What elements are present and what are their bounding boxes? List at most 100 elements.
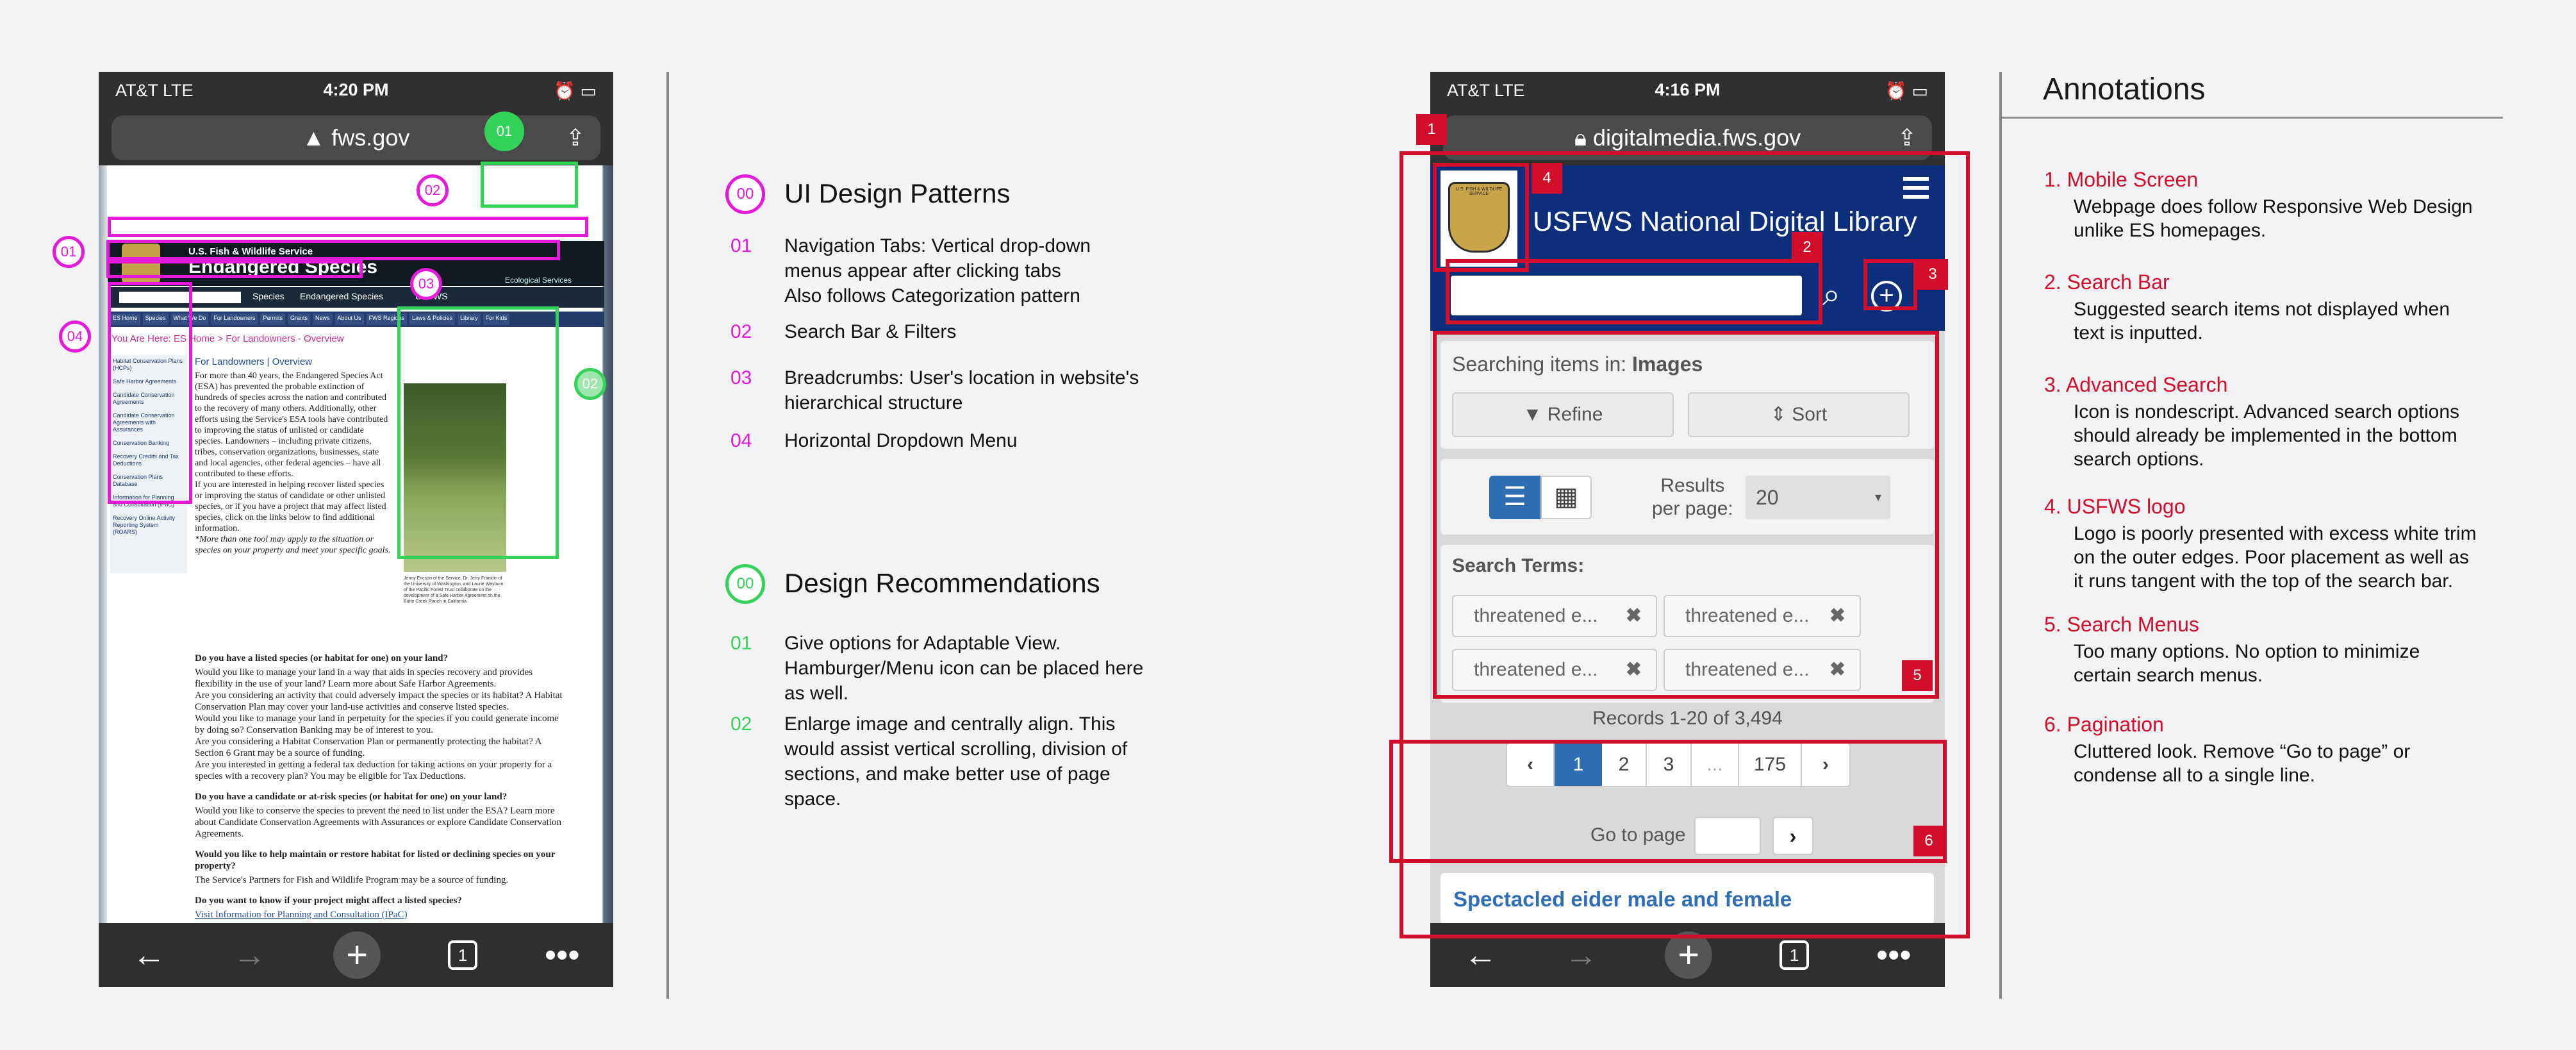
nav-tab[interactable]: News: [312, 313, 333, 325]
lock-icon: 🔒︎: [1574, 124, 1593, 151]
nav-tab[interactable]: About Us: [334, 313, 364, 325]
faq-question: Would you like to help maintain or resto…: [195, 849, 556, 871]
faq-answer: Are you interested in getting a federal …: [195, 760, 552, 781]
status-bar: AT&T LTE 4:20 PM ⏰ ▭: [99, 72, 613, 110]
annotation-box-3: [1863, 259, 1917, 310]
pattern-text: hierarchical structure: [784, 392, 963, 413]
page-heading: For Landowners | Overview: [195, 356, 313, 367]
pattern-item-02: 02 Search Bar & Filters: [731, 319, 957, 344]
pin-patterns: 00: [725, 174, 765, 214]
tag-5: 5: [1902, 660, 1933, 691]
url-text: fws.gov: [331, 124, 410, 151]
sidebar-item[interactable]: Recovery Online Activity Reporting Syste…: [113, 515, 185, 536]
tag-3: 3: [1917, 259, 1948, 290]
intro-paragraph: For more than 40 years, the Endangered S…: [195, 371, 388, 479]
faq-section: Do you have a listed species (or habitat…: [195, 653, 566, 921]
pattern-text: menus appear after clicking tabs: [784, 260, 1061, 281]
tag-6: 6: [1913, 826, 1944, 856]
photo-caption: Jenny Ericson of the Service, Dr. Jerry …: [404, 576, 504, 604]
highlight-nav-tabs: [106, 240, 560, 260]
highlight-search-bar: [108, 217, 588, 237]
recommendation-number: 02: [731, 713, 752, 735]
pattern-item-04: 04 Horizontal Dropdown Menu: [731, 428, 1018, 453]
tag-1: 1: [1416, 114, 1447, 145]
highlight-menu-area: [481, 162, 578, 208]
more-icon[interactable]: •••: [545, 936, 580, 974]
new-tab-icon[interactable]: +: [1665, 931, 1713, 979]
pin-magenta-04: 04: [59, 321, 91, 353]
highlight-photo: [397, 306, 559, 559]
annotations-title: Annotations: [2043, 72, 2206, 106]
annotations-rule: [2002, 117, 2503, 119]
faq-answer: The Service's Partners for Fish and Wild…: [195, 875, 509, 885]
nav-tab[interactable]: Permits: [260, 313, 285, 325]
pin-magenta-03: 03: [410, 268, 442, 300]
annotation-title: 4. USFWS logo: [2044, 495, 2186, 518]
recommendation-text: Hamburger/Menu icon can be placed here: [784, 658, 1144, 679]
back-icon[interactable]: ←: [1464, 936, 1497, 974]
browser-toolbar: ← → + 1 •••: [99, 923, 613, 987]
banner-right: Ecological Services: [505, 276, 572, 285]
annotation-box-4: [1433, 163, 1529, 272]
annotation-body: Suggested search items not displayed whe…: [2074, 299, 2450, 344]
annotation-body: Logo is poorly presented with excess whi…: [2074, 523, 2477, 592]
back-icon[interactable]: ←: [132, 936, 165, 974]
intro-text: For more than 40 years, the Endangered S…: [195, 371, 393, 556]
pattern-number: 03: [731, 367, 752, 388]
annotation-body: Webpage does follow Responsive Web Desig…: [2074, 196, 2473, 241]
clock: 4:20 PM: [323, 80, 389, 99]
recommendation-item-01: 01 Give options for Adaptable View. Hamb…: [731, 631, 1144, 706]
annotation-title: 1. Mobile Screen: [2044, 168, 2199, 191]
pattern-item-01: 01 Navigation Tabs: Vertical drop-down m…: [731, 233, 1091, 308]
divider-right: [1999, 72, 2002, 999]
faq-answer: Would you like to conserve the species t…: [195, 806, 561, 839]
tag-4: 4: [1532, 163, 1562, 194]
pattern-item-03: 03 Breadcrumbs: User's location in websi…: [731, 365, 1139, 415]
recommendation-text: space.: [784, 788, 841, 810]
recommendation-item-02: 02 Enlarge image and centrally align. Th…: [731, 712, 1127, 812]
pattern-text: Horizontal Dropdown Menu: [784, 430, 1018, 451]
highlight-sidebar: [108, 282, 192, 504]
search-option-endangered[interactable]: Endangered Species: [300, 291, 383, 301]
search-option-species[interactable]: Species: [252, 291, 285, 301]
faq-question: Do you have a listed species (or habitat…: [195, 653, 449, 663]
annotation-title: 3. Advanced Search: [2044, 373, 2228, 396]
pin-green-02: 02: [574, 368, 606, 400]
url-text: digitalmedia.fws.gov: [1592, 124, 1801, 151]
forward-icon[interactable]: →: [233, 936, 266, 974]
nav-tab[interactable]: Grants: [287, 313, 310, 325]
faq-question: Do you want to know if your project migh…: [195, 896, 462, 906]
pattern-text: Search Bar & Filters: [784, 321, 957, 342]
more-icon[interactable]: •••: [1876, 936, 1911, 974]
annotation-title: 6. Pagination: [2044, 713, 2164, 736]
battery-icon: ⏰ ▭: [1885, 81, 1928, 101]
nav-tab[interactable]: For Landowners: [211, 313, 258, 325]
tabs-icon[interactable]: 1: [448, 940, 478, 970]
tag-2: 2: [1792, 232, 1822, 263]
new-tab-icon[interactable]: +: [333, 931, 381, 979]
share-icon[interactable]: ⇪: [566, 115, 585, 160]
divider-left: [666, 72, 669, 999]
annotation-box-5: [1433, 331, 1939, 699]
pin-magenta-02: 02: [417, 174, 449, 206]
pattern-text: Navigation Tabs: Vertical drop-down: [784, 235, 1091, 256]
url-bar-row: ▲ fws.gov ⇪: [99, 110, 613, 165]
status-bar: AT&T LTE 4:16 PM ⏰ ▭: [1430, 72, 1945, 110]
pin-green-01: 01: [484, 112, 524, 151]
annotation-body: Too many options. No option to minimize …: [2074, 641, 2420, 686]
pattern-text: Breadcrumbs: User's location in website'…: [784, 367, 1139, 388]
annotation-body: Icon is nondescript. Advanced search opt…: [2074, 401, 2460, 470]
pattern-text: Also follows Categorization pattern: [784, 285, 1080, 306]
faq-answer: Would you like to manage your land in pe…: [195, 713, 559, 735]
forward-icon[interactable]: →: [1564, 936, 1598, 974]
recommendation-text: sections, and make better use of page: [784, 763, 1110, 785]
annotation-body: Cluttered look. Remove “Go to page” or c…: [2074, 741, 2411, 786]
annotation-title: 2. Search Bar: [2044, 271, 2170, 294]
recommendations-title: Design Recommendations: [784, 568, 1100, 598]
recommendation-text: Give options for Adaptable View.: [784, 633, 1061, 654]
url-bar[interactable]: ▲ fws.gov ⇪: [111, 115, 600, 160]
faq-answer: Are you considering a Habitat Conservati…: [195, 737, 541, 758]
faq-answer[interactable]: Visit Information for Planning and Consu…: [195, 909, 566, 921]
faq-answer: Are you considering an activity that cou…: [195, 690, 563, 712]
tabs-icon[interactable]: 1: [1779, 940, 1810, 970]
